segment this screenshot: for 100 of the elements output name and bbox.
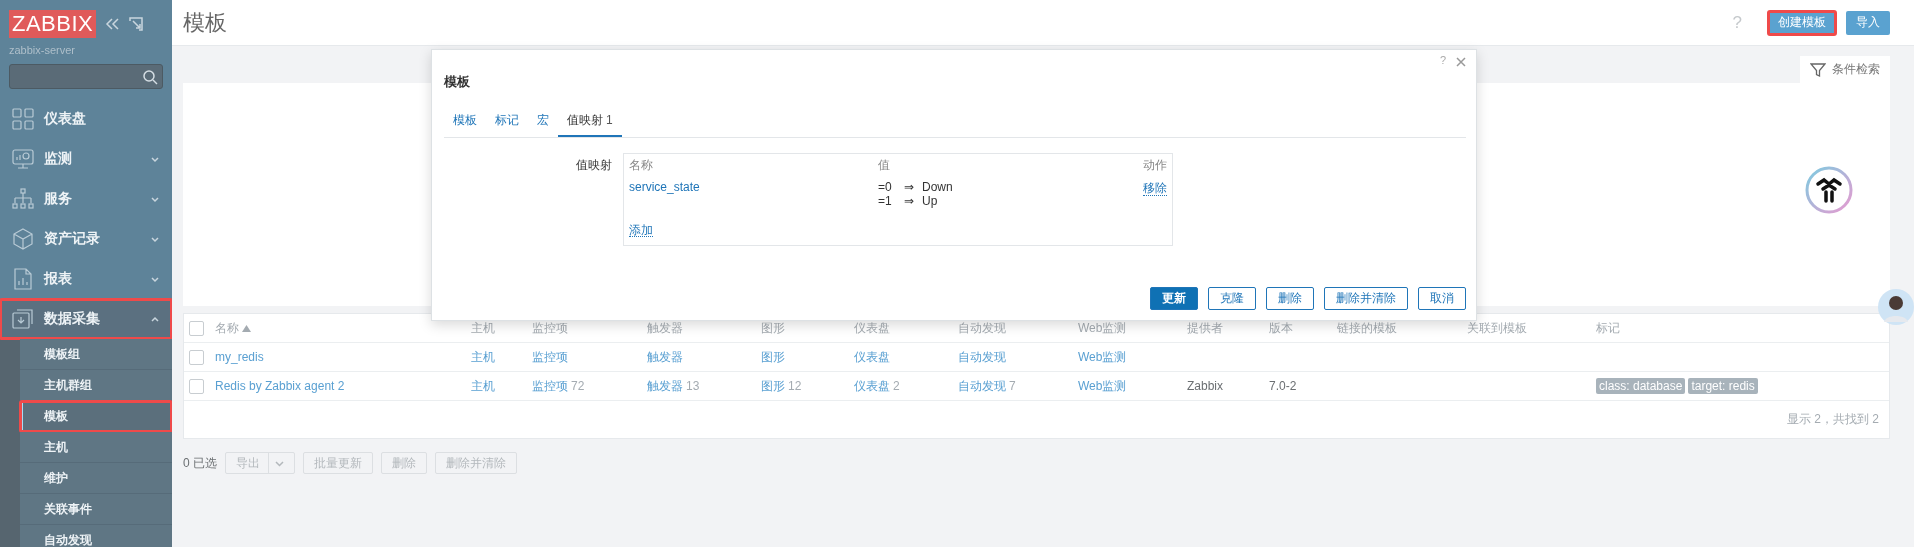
collection-icon — [12, 308, 34, 330]
ring-logo-icon[interactable] — [1804, 165, 1854, 215]
close-icon[interactable] — [1456, 57, 1466, 67]
mapping-result: Up — [922, 194, 939, 208]
search-field[interactable] — [9, 64, 163, 89]
table-link[interactable]: 触发器 — [647, 378, 683, 393]
table-cell: Zabbix — [1187, 379, 1224, 393]
dialog-tab[interactable]: 宏 — [528, 108, 558, 137]
menu-item[interactable]: 资产记录 — [0, 219, 172, 259]
dialog-button[interactable]: 更新 — [1150, 287, 1198, 310]
field-label: 值映射 — [575, 157, 613, 174]
chevron-icon — [150, 194, 160, 204]
avatar[interactable] — [1877, 288, 1914, 326]
submenu-item[interactable]: 关联事件 — [20, 494, 172, 525]
submenu-item[interactable]: 维护 — [20, 463, 172, 494]
column-header[interactable]: 提供者 — [1187, 319, 1269, 337]
server-name: zabbix-server — [8, 43, 77, 56]
logo: ZABBIX — [9, 10, 97, 38]
column-header[interactable]: 标记 — [1596, 319, 1889, 337]
dialog-tab[interactable]: 标记 — [486, 108, 528, 137]
table-link[interactable]: 图形 — [761, 349, 785, 364]
dialog-tab[interactable]: 模板 — [444, 108, 486, 137]
header-button[interactable]: 创建模板 — [1768, 10, 1836, 35]
checkbox[interactable] — [189, 320, 204, 336]
table-link[interactable]: 监控项 — [532, 378, 568, 393]
dialog-button[interactable]: 取消 — [1418, 287, 1466, 310]
column-header[interactable]: 触发器 — [647, 319, 761, 337]
checkbox[interactable] — [189, 349, 204, 365]
table-link[interactable]: 监控项 — [532, 349, 568, 364]
reports-icon — [12, 268, 34, 290]
value-map-link[interactable]: service_state — [629, 180, 700, 194]
search-icon — [142, 68, 158, 85]
dialog-button[interactable]: 删除并清除 — [1324, 287, 1408, 310]
submenu-item[interactable]: 模板组 — [20, 339, 172, 370]
submenu-item[interactable]: 自动发现 — [20, 525, 172, 547]
services-icon — [12, 188, 34, 210]
menu-item[interactable]: 服务 — [0, 179, 172, 219]
menu-item[interactable]: 监测 — [0, 139, 172, 179]
column-header: 值 — [878, 157, 891, 174]
chevron-icon — [150, 234, 160, 244]
table-link[interactable]: 主机 — [471, 378, 495, 393]
column-header[interactable]: Web监测 — [1078, 319, 1187, 337]
column-header[interactable]: 链接的模板 — [1337, 319, 1467, 337]
menu-item[interactable]: 报表 — [0, 259, 172, 299]
column-header[interactable]: 图形 — [761, 319, 854, 337]
template-link[interactable]: Redis by Zabbix agent 2 — [215, 379, 471, 393]
page-title: 模板 — [183, 8, 228, 37]
selected-count: 0 已选 — [183, 454, 217, 472]
help-icon[interactable]: ? — [1439, 54, 1446, 66]
table-link[interactable]: Web监测 — [1078, 378, 1127, 393]
remove-link[interactable]: 移除 — [1143, 181, 1167, 196]
filter-icon — [1810, 61, 1826, 78]
mapping-result: Down — [922, 180, 954, 194]
arrow-glyph: ⇒ — [904, 180, 915, 194]
header-button[interactable]: 导入 — [1846, 10, 1890, 35]
dialog-tab[interactable]: 值映射 1 — [558, 108, 622, 137]
table-cell: 7.0-2 — [1269, 379, 1297, 393]
template-link[interactable]: my_redis — [215, 350, 471, 364]
tag: class: database — [1596, 378, 1686, 394]
submenu-item[interactable]: 主机 — [20, 432, 172, 463]
dialog-title: 模板 — [444, 73, 471, 91]
filter-tab[interactable]: 条件检索 — [1800, 56, 1890, 83]
kiosk-icon[interactable] — [128, 16, 145, 32]
count: 72 — [571, 378, 585, 393]
submenu-item[interactable]: 模板 — [20, 401, 172, 432]
table-link[interactable]: 仪表盘 — [854, 378, 890, 393]
help-icon[interactable]: ? — [1732, 12, 1742, 33]
dialog-button[interactable]: 删除 — [1266, 287, 1314, 310]
column-header[interactable]: 关联到模板 — [1467, 319, 1596, 337]
menu-item[interactable]: 数据采集 — [0, 299, 172, 339]
collapse-icon[interactable] — [104, 16, 121, 32]
submenu-item[interactable]: 主机群组 — [20, 370, 172, 401]
count: 12 — [788, 378, 802, 393]
table-link[interactable]: 自动发现 — [958, 378, 1006, 393]
column-header: 动作 — [1143, 157, 1167, 174]
chevron-icon — [150, 274, 160, 284]
column-header[interactable]: 自动发现 — [958, 319, 1078, 337]
chevron-icon — [150, 154, 160, 164]
dashboard-icon — [12, 108, 34, 130]
table-link[interactable]: 自动发现 — [958, 349, 1006, 364]
table-link[interactable]: 图形 — [761, 378, 785, 393]
table-link[interactable]: 触发器 — [647, 349, 683, 364]
add-link[interactable]: 添加 — [629, 222, 653, 237]
monitor-icon — [12, 148, 34, 170]
column-header[interactable]: 监控项 — [532, 319, 647, 337]
paging-summary: 显示 2，共找到 2 — [1787, 411, 1879, 428]
inventory-icon — [12, 228, 34, 250]
column-header[interactable]: 仪表盘 — [854, 319, 958, 337]
table-link[interactable]: 仪表盘 — [854, 349, 890, 364]
count: 2 — [893, 378, 900, 393]
menu-item[interactable]: 仪表盘 — [0, 99, 172, 139]
chevron-icon — [150, 314, 160, 324]
table-link[interactable]: 主机 — [471, 349, 495, 364]
column-header[interactable]: 名称 — [215, 319, 471, 337]
column-header[interactable]: 版本 — [1269, 319, 1337, 337]
checkbox[interactable] — [189, 378, 204, 394]
column-header[interactable]: 主机 — [471, 319, 532, 337]
table-link[interactable]: Web监测 — [1078, 349, 1127, 364]
dialog-button[interactable]: 克隆 — [1208, 287, 1256, 310]
column-header: 名称 — [629, 157, 654, 174]
